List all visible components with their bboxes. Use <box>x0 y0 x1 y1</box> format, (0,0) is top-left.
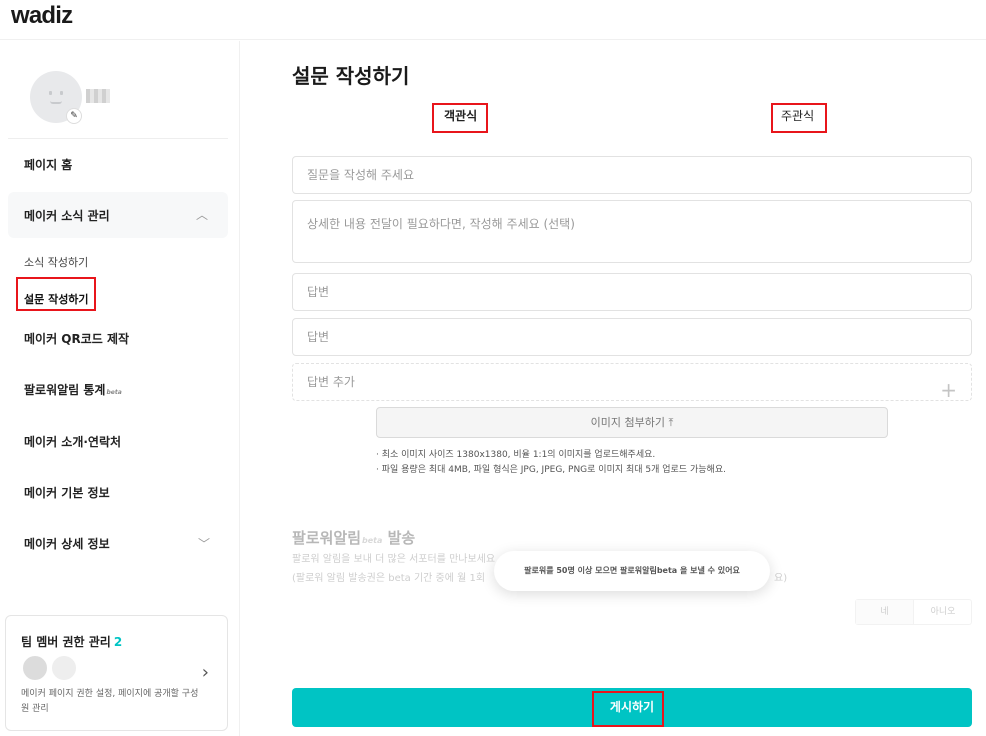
upload-note: · 파일 용량은 최대 4MB, 파일 형식은 JPG, JPEG, PNG로 … <box>376 465 726 475</box>
sidebar-divider <box>8 138 228 139</box>
option-no[interactable]: 아니오 <box>914 600 972 624</box>
sidebar: ✎ 페이지 홈 메이커 소식 관리 ︿ 소식 작성하기 설문 작성하기 메이커 … <box>0 41 240 736</box>
highlight-box-publish <box>592 691 664 727</box>
follower-alert-desc: (팔로워 알림 발송권은 beta 기간 중에 월 1회 <box>292 573 486 584</box>
chevron-down-icon: ﹀ <box>198 537 211 551</box>
follower-alert-toggle[interactable]: 네 아니오 <box>855 599 972 625</box>
sidebar-item-detail-info[interactable]: 메이커 상세 정보 <box>24 535 110 552</box>
page-title: 설문 작성하기 <box>292 64 410 88</box>
member-avatar <box>50 654 78 682</box>
wadiz-logo[interactable]: wadiz <box>11 2 73 30</box>
blurred-profile-name <box>86 89 110 103</box>
sidebar-item-qr[interactable]: 메이커 QR코드 제작 <box>24 330 129 347</box>
profile-avatar[interactable]: ✎ <box>30 71 82 124</box>
team-member-count: 2 <box>113 635 123 649</box>
attach-image-button[interactable]: 이미지 첨부하기 ⤒ <box>376 407 888 438</box>
beta-label: beta <box>106 389 122 396</box>
sidebar-item-page-home[interactable]: 페이지 홈 <box>24 156 72 173</box>
chevron-right-icon[interactable]: › <box>202 662 209 683</box>
add-answer-button[interactable]: 답변 추가 + <box>292 363 972 402</box>
answer-input[interactable]: 답변 <box>292 318 972 356</box>
chevron-up-icon: ︿ <box>195 208 208 222</box>
sidebar-subitem-write-news[interactable]: 소식 작성하기 <box>24 254 88 270</box>
sidebar-item-intro-contact[interactable]: 메이커 소개·연락처 <box>24 433 121 450</box>
pencil-icon[interactable]: ✎ <box>66 108 82 124</box>
sidebar-item-basic-info[interactable]: 메이커 기본 정보 <box>24 484 110 501</box>
sidebar-item-news-management[interactable]: 메이커 소식 관리 ︿ <box>8 192 228 238</box>
team-card-title: 팀 멤버 권한 관리 2 <box>21 635 123 649</box>
detail-textarea[interactable]: 상세한 내용 전달이 필요하다면, 작성해 주세요 (선택) <box>292 200 972 263</box>
option-yes[interactable]: 네 <box>856 600 914 624</box>
answer-input[interactable]: 답변 <box>292 273 972 311</box>
sidebar-item-label: 팔로워알림 통계 <box>24 383 106 397</box>
plus-icon: + <box>940 378 957 402</box>
follower-requirement-toast: 팔로워를 50명 이상 모으면 팔로워알림beta 을 보낼 수 있어요 <box>494 551 770 591</box>
team-permission-card[interactable]: 팀 멤버 권한 관리 2 › 메이커 페이지 권한 설정, 페이지에 공개할 구성… <box>5 615 228 731</box>
question-input[interactable]: 질문을 작성해 주세요 <box>292 156 972 194</box>
member-avatar <box>21 654 49 682</box>
upload-note: · 최소 이미지 사이즈 1380x1380, 비율 1:1의 이미지를 업로드… <box>376 450 656 460</box>
highlight-box-survey-nav <box>16 277 96 311</box>
follower-alert-desc: 팔로워 알림을 보내 더 많은 서포터를 만나보세요 <box>292 554 496 565</box>
sidebar-item-follower-stats[interactable]: 팔로워알림 통계beta <box>24 381 122 398</box>
highlight-box-objective-tab <box>432 103 488 133</box>
team-card-description: 메이커 페이지 권한 설정, 페이지에 공개할 구성원 관리 <box>21 689 199 714</box>
follower-alert-desc-tail: 요) <box>774 573 788 584</box>
add-answer-label: 답변 추가 <box>307 375 355 389</box>
follower-alert-title: 팔로워알림beta 발송 <box>292 529 416 547</box>
top-bar: wadiz <box>0 0 986 40</box>
highlight-box-subjective-tab <box>771 103 827 133</box>
sidebar-item-label: 메이커 소식 관리 <box>24 209 110 223</box>
